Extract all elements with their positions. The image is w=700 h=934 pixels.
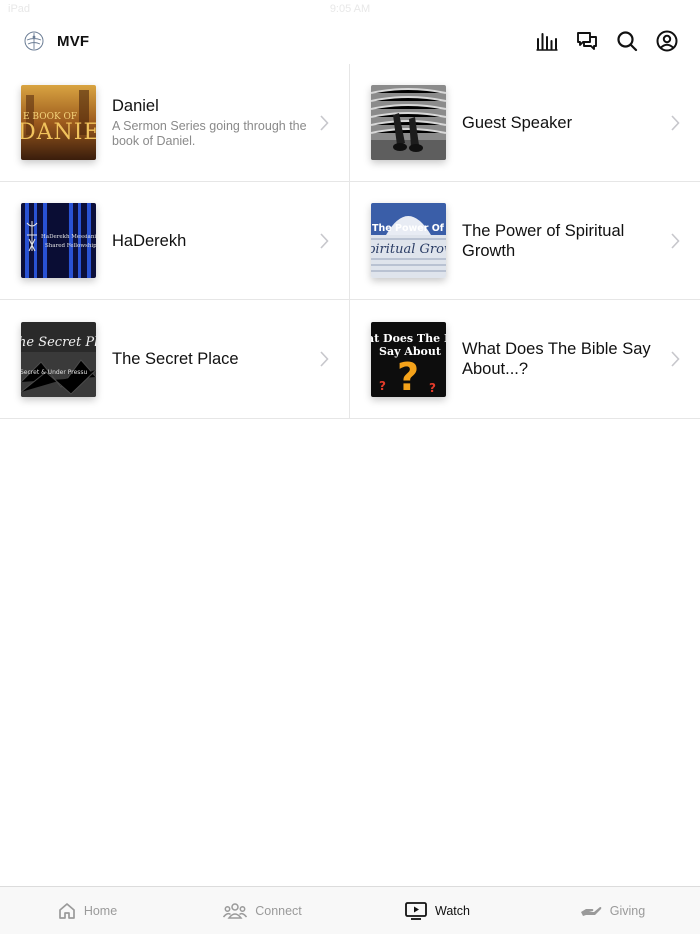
series-title: What Does The Bible Say About...? bbox=[462, 340, 651, 378]
series-item-haderekh[interactable]: HaDerekh Messianic Shared Fellowship HaD… bbox=[0, 182, 350, 300]
series-item-what-does-bible-say[interactable]: at Does The B Say About ? ? ? What Does … bbox=[350, 300, 700, 418]
svg-text:?: ? bbox=[379, 379, 386, 393]
status-time: 9:05 AM bbox=[329, 3, 371, 15]
svg-text:?: ? bbox=[397, 355, 419, 397]
series-thumbnail bbox=[371, 85, 446, 160]
series-thumbnail: The Power Of piritual Grow bbox=[371, 203, 446, 278]
tab-giving[interactable]: Giving bbox=[525, 887, 700, 934]
chevron-right-icon bbox=[671, 351, 680, 367]
svg-text:piritual Grow: piritual Grow bbox=[371, 242, 446, 257]
tab-home[interactable]: Home bbox=[0, 887, 175, 934]
svg-text:at Does The B: at Does The B bbox=[371, 332, 446, 345]
series-item-guest-speaker[interactable]: Guest Speaker bbox=[350, 64, 700, 182]
status-bar: iPad 9:05 AM bbox=[0, 0, 700, 18]
svg-text:Shared Fellowship: Shared Fellowship bbox=[45, 243, 96, 249]
tab-label: Home bbox=[83, 903, 118, 918]
tab-connect[interactable]: Connect bbox=[175, 887, 350, 934]
series-thumbnail: at Does The B Say About ? ? ? bbox=[371, 321, 446, 397]
series-subtitle: A Sermon Series going through the book o… bbox=[112, 119, 307, 148]
header-actions bbox=[536, 30, 678, 52]
series-title: Daniel bbox=[112, 97, 159, 115]
chevron-right-icon bbox=[320, 351, 329, 367]
search-icon[interactable] bbox=[616, 30, 638, 52]
brand[interactable]: MVF bbox=[24, 31, 89, 51]
series-thumbnail: he Secret Plac Secret & Under Pressu bbox=[21, 321, 96, 397]
tab-bar: Home Connect Watch Giving bbox=[0, 886, 700, 934]
svg-text:Secret & Under Pressu: Secret & Under Pressu bbox=[21, 369, 88, 376]
tv-play-icon bbox=[405, 901, 427, 920]
svg-text:HaDerekh Messianic: HaDerekh Messianic bbox=[41, 234, 96, 240]
church-logo-icon bbox=[24, 31, 44, 51]
app-header: MVF bbox=[0, 18, 700, 64]
account-icon[interactable] bbox=[656, 30, 678, 52]
svg-text:DANIEL: DANIEL bbox=[21, 120, 96, 145]
tab-watch[interactable]: Watch bbox=[350, 887, 525, 934]
brand-name: MVF bbox=[57, 32, 90, 50]
tab-label: Connect bbox=[255, 903, 302, 918]
audio-bars-icon[interactable] bbox=[536, 30, 558, 52]
series-thumbnail: HaDerekh Messianic Shared Fellowship bbox=[21, 203, 96, 278]
tab-label: Watch bbox=[435, 903, 470, 918]
svg-text:The Power Of: The Power Of bbox=[372, 223, 445, 234]
series-title: The Power of Spiritual Growth bbox=[462, 221, 625, 260]
chevron-right-icon bbox=[671, 114, 680, 131]
chevron-right-icon bbox=[671, 232, 680, 249]
series-item-secret-place[interactable]: he Secret Plac Secret & Under Pressu The… bbox=[0, 300, 350, 418]
series-item-power-spiritual-growth[interactable]: The Power Of piritual Grow The Power of … bbox=[350, 182, 700, 300]
series-title: Guest Speaker bbox=[462, 113, 573, 132]
svg-text:?: ? bbox=[429, 381, 436, 395]
chevron-right-icon bbox=[320, 114, 329, 131]
series-grid: E BOOK OF DANIEL Daniel A Sermon Series … bbox=[0, 64, 700, 419]
people-icon bbox=[223, 902, 248, 919]
giving-hand-icon bbox=[580, 906, 602, 916]
series-thumbnail: E BOOK OF DANIEL bbox=[21, 85, 96, 160]
home-icon bbox=[58, 902, 75, 919]
svg-text:he Secret Plac: he Secret Plac bbox=[21, 335, 96, 350]
series-item-daniel[interactable]: E BOOK OF DANIEL Daniel A Sermon Series … bbox=[0, 64, 350, 182]
chat-bubbles-icon[interactable] bbox=[576, 30, 598, 52]
tab-label: Giving bbox=[609, 903, 646, 918]
chevron-right-icon bbox=[320, 232, 329, 249]
series-title: The Secret Place bbox=[112, 350, 239, 368]
series-title: HaDerekh bbox=[112, 231, 187, 250]
